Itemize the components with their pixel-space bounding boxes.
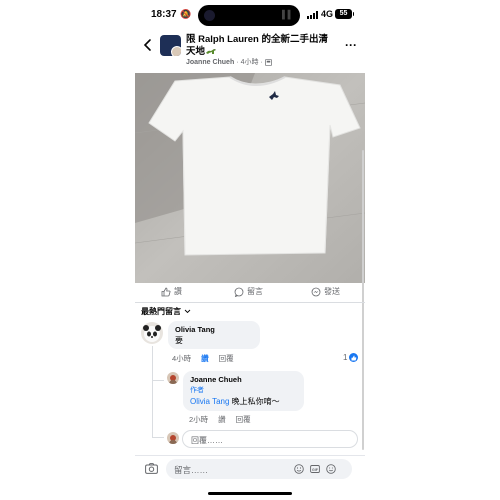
- comment-placeholder: 留言……: [174, 465, 209, 475]
- reply-author-name[interactable]: Joanne Chueh: [190, 375, 297, 384]
- post-header: 限 Ralph Lauren 的全新二手出清天地 Joanne Chueh · …: [135, 32, 365, 72]
- comment-like-button[interactable]: 讚: [201, 353, 209, 364]
- back-icon[interactable]: [142, 38, 154, 52]
- reply-mention[interactable]: Olivia Tang: [190, 397, 229, 406]
- share-button[interactable]: 發送: [311, 286, 340, 297]
- meta-separator: ·: [236, 58, 239, 66]
- more-options-icon[interactable]: ···: [345, 38, 357, 52]
- home-indicator[interactable]: [208, 492, 292, 495]
- comment-reply-button[interactable]: 回覆: [219, 353, 234, 364]
- sort-label: 最熱門留言: [141, 307, 181, 316]
- thread-line: [152, 346, 153, 438]
- comments-sort-dropdown[interactable]: 最熱門留言: [141, 306, 191, 317]
- thumbs-up-icon: [161, 287, 171, 296]
- reply-author-avatar[interactable]: [167, 372, 179, 384]
- post-author[interactable]: Joanne Chueh: [186, 59, 234, 66]
- like-reaction-icon: [349, 353, 359, 362]
- thread-branch: [152, 380, 164, 381]
- audio-wave-icon: ▌▌: [282, 10, 294, 19]
- network-label: 4G: [321, 9, 334, 19]
- like-button[interactable]: 讚: [161, 286, 182, 297]
- group-title[interactable]: 限 Ralph Lauren 的全新二手出清天地: [186, 34, 336, 58]
- dinosaur-icon: [206, 49, 217, 55]
- comment-time: 4小時: [172, 354, 192, 363]
- silent-bell-icon: 🔕: [180, 9, 192, 19]
- comment-composer: 留言…… GIF: [135, 455, 365, 500]
- reply-input[interactable]: 回覆……: [182, 430, 358, 448]
- comment-text: 要: [175, 336, 183, 345]
- messenger-icon: [311, 287, 321, 296]
- reply-placeholder: 回覆……: [191, 436, 223, 445]
- post-photo[interactable]: [135, 73, 365, 283]
- camera-lens-icon: [204, 10, 215, 21]
- meta-separator-2: ·: [260, 58, 263, 66]
- phone-screen: 18:37 🔕 ▌▌ 4G 55 限 Ralph Lauren 的全新二手出清天…: [135, 0, 365, 500]
- author-avatar: [171, 46, 181, 56]
- comment-bubble-icon: [234, 287, 244, 297]
- battery-icon: 55: [335, 9, 354, 19]
- post-meta: Joanne Chueh · 4小時 ·: [186, 57, 272, 67]
- tshirt-image: [135, 73, 365, 283]
- svg-text:GIF: GIF: [312, 468, 319, 472]
- reply-time: 2小時: [189, 415, 209, 424]
- camera-icon[interactable]: [145, 463, 158, 474]
- comment-label: 留言: [247, 287, 263, 296]
- emoji-icon[interactable]: [326, 464, 336, 474]
- reply-bubble[interactable]: Joanne Chueh 作者 Olivia Tang 晚上私你唷～: [183, 371, 304, 411]
- thread-branch-2: [152, 437, 164, 438]
- group-privacy-icon: [264, 58, 272, 66]
- status-bar: 18:37 🔕 ▌▌ 4G 55: [135, 0, 365, 30]
- my-avatar: [167, 432, 179, 444]
- my-photo: [169, 435, 177, 444]
- author-photo: [169, 375, 177, 384]
- chevron-down-icon: [184, 309, 191, 314]
- comment-button[interactable]: 留言: [234, 286, 263, 297]
- reaction-count[interactable]: 1: [343, 353, 359, 362]
- post-time[interactable]: 4小時: [241, 57, 259, 67]
- sticker-icon[interactable]: [294, 464, 304, 474]
- panda-avatar-image: [143, 325, 161, 342]
- dynamic-island: ▌▌: [198, 5, 300, 26]
- composer-icons: GIF: [294, 464, 336, 474]
- commenter-avatar[interactable]: [141, 322, 163, 344]
- action-bar: 讚 留言 發送: [135, 283, 365, 303]
- group-avatar[interactable]: [160, 35, 181, 56]
- commenter-name[interactable]: Olivia Tang: [175, 325, 253, 334]
- share-label: 發送: [324, 287, 340, 296]
- gif-icon[interactable]: GIF: [310, 464, 320, 474]
- signal-icon: [307, 11, 319, 19]
- author-badge: 作者: [190, 387, 204, 394]
- reply-actions: 2小時 讚 回覆: [189, 414, 251, 425]
- reply-text: Olivia Tang 晚上私你唷～: [190, 396, 297, 407]
- reply-like-button[interactable]: 讚: [218, 414, 226, 425]
- status-time: 18:37: [151, 9, 177, 20]
- comment-bubble[interactable]: Olivia Tang 要: [168, 321, 260, 349]
- comment-actions: 4小時 讚 回覆: [172, 353, 234, 364]
- reply-message: 晚上私你唷～: [229, 397, 280, 406]
- reply-reply-button[interactable]: 回覆: [236, 414, 251, 425]
- reaction-number: 1: [343, 353, 348, 362]
- like-label: 讚: [174, 287, 182, 296]
